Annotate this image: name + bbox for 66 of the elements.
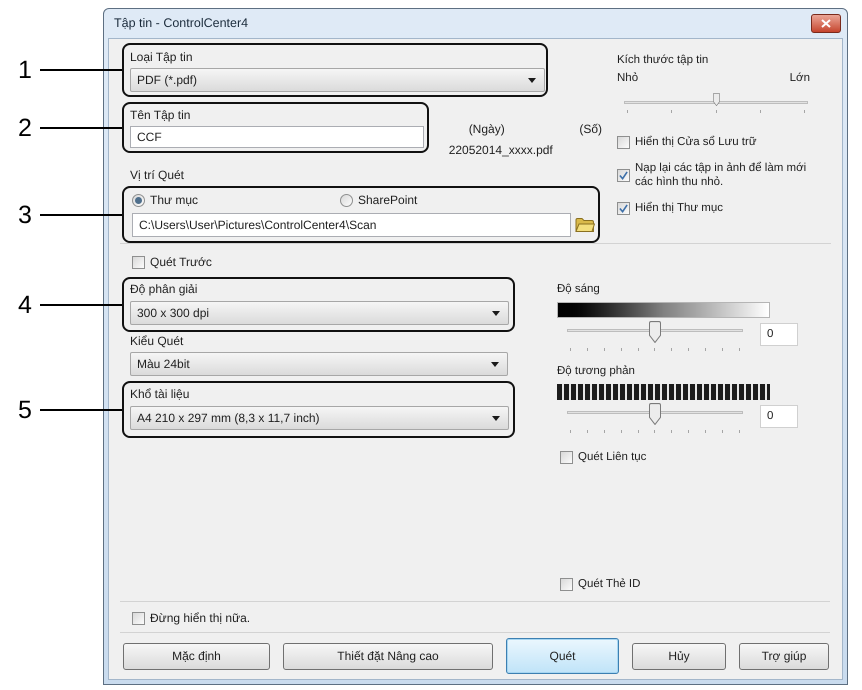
caret-icon <box>491 362 499 366</box>
callout-number: 4 <box>17 290 33 318</box>
slider-thumb[interactable] <box>649 403 661 425</box>
checkbox-label: Nạp lại các tập in ảnh để làm mới các hình thu nhỏ. <box>635 161 808 189</box>
folder-icon[interactable] <box>575 217 595 233</box>
field-label: Vị trí Quét <box>129 167 186 183</box>
field-label: Loại Tập tin <box>130 49 194 65</box>
dialog-button[interactable]: Mặc định <box>123 642 270 670</box>
checkbox[interactable] <box>132 612 145 624</box>
contrast-value-field[interactable]: 0 <box>760 405 798 428</box>
dialog-button[interactable]: Quét <box>506 638 619 674</box>
close-icon <box>821 19 831 28</box>
checkbox-label: Đừng hiển thị nữa. <box>150 610 250 626</box>
file-name-field[interactable]: CCF <box>130 126 424 148</box>
checkbox[interactable] <box>617 168 630 182</box>
checkbox[interactable] <box>617 136 630 148</box>
contrast-slider[interactable] <box>565 403 745 433</box>
checkbox-label: Hiển thị Cửa sổ Lưu trữ <box>635 135 758 149</box>
dialog-button[interactable]: Thiết đặt Nâng cao <box>283 642 493 670</box>
brightness-value-field[interactable]: 0 <box>760 323 798 346</box>
document-size-dropdown[interactable]: A4 210 x 297 mm (8,3 x 11,7 inch) <box>130 406 509 430</box>
callout-number: 5 <box>17 396 33 424</box>
resolution-dropdown[interactable]: 300 x 300 dpi <box>130 301 509 325</box>
checkbox-label: Hiển thị Thư mục <box>635 201 724 215</box>
slider-thumb[interactable] <box>712 93 720 106</box>
field-label: Kiểu Quét <box>129 333 184 349</box>
radio-label: Thư mục <box>150 192 198 208</box>
checkbox-label: Quét Liên tục <box>578 450 646 465</box>
slider-min-label: Nhỏ <box>617 71 638 86</box>
path-field[interactable]: C:\Users\User\Pictures\ControlCenter4\Scan <box>132 213 572 237</box>
radio-button[interactable] <box>340 194 353 206</box>
checkbox[interactable] <box>132 256 145 268</box>
field-label: Độ sáng <box>557 282 601 297</box>
slider-max-label: Lớn <box>790 71 810 86</box>
field-label: Tên Tập tin <box>130 107 192 123</box>
dialog-button[interactable]: Hủy <box>632 642 726 670</box>
file-name-example: 22052014_xxxx.pdf <box>448 143 554 158</box>
checkbox[interactable] <box>617 202 630 214</box>
field-label: Độ phân giải <box>130 281 198 297</box>
callout-number: 2 <box>17 114 33 142</box>
brightness-slider[interactable] <box>565 321 745 351</box>
radio-button[interactable] <box>132 194 145 206</box>
file-type-dropdown[interactable]: PDF (*.pdf) <box>130 68 545 92</box>
field-label: Kích thước tập tin <box>617 53 710 68</box>
caret-icon <box>528 78 536 82</box>
field-label: Khổ tài liệu <box>130 386 190 402</box>
callout-number: 1 <box>17 56 33 84</box>
window-title: Tập tin - ControlCenter4 <box>114 15 248 32</box>
slider-thumb[interactable] <box>649 321 661 343</box>
check-icon <box>619 204 628 212</box>
dialog-button[interactable]: Trợ giúp <box>739 642 829 670</box>
check-icon <box>619 170 628 180</box>
close-button[interactable] <box>811 14 841 33</box>
number-label: (Số) <box>579 122 602 137</box>
field-label: Độ tương phản <box>557 364 636 379</box>
checkbox-label: Quét Thẻ ID <box>578 577 640 592</box>
caret-icon <box>492 416 500 420</box>
file-size-slider[interactable] <box>622 93 810 113</box>
checkbox-label: Quét Trước <box>150 254 212 270</box>
radio-label: SharePoint <box>358 192 418 208</box>
scan-type-dropdown[interactable]: Màu 24bit <box>130 352 508 376</box>
caret-icon <box>492 310 500 316</box>
checkbox[interactable] <box>560 578 573 591</box>
checkbox[interactable] <box>560 451 573 464</box>
date-label: (Ngày) <box>468 122 505 137</box>
callout-number: 3 <box>17 200 33 228</box>
